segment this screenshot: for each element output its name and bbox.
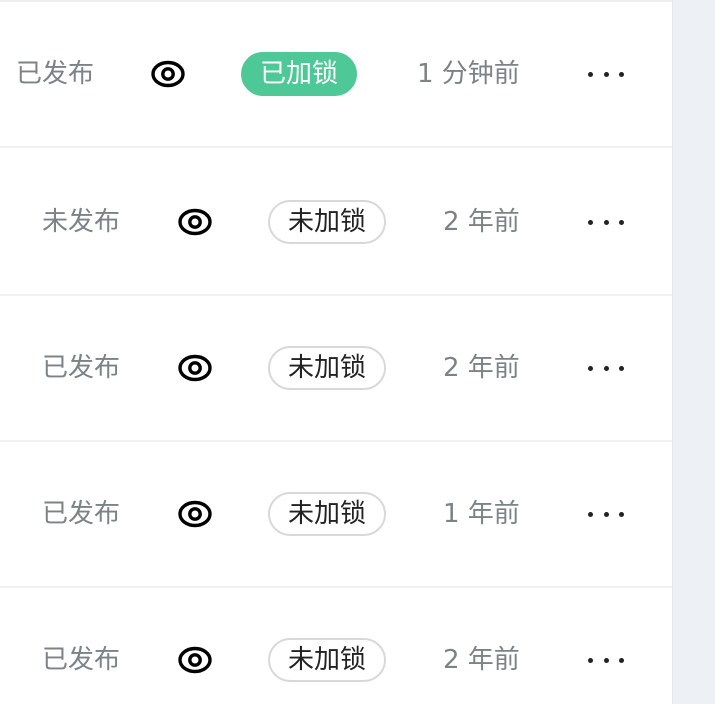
lock-status-badge[interactable]: 未加锁: [268, 492, 387, 536]
eye-icon[interactable]: [178, 497, 212, 531]
more-icon[interactable]: [588, 363, 624, 373]
table-row: 已发布 未加锁 2 年前: [0, 296, 672, 442]
eye-icon[interactable]: [178, 643, 212, 677]
publish-status: 已发布: [42, 353, 121, 383]
updated-time: 1 年前: [443, 499, 520, 529]
lock-status-badge[interactable]: 未加锁: [268, 346, 387, 390]
updated-time: 2 年前: [443, 353, 520, 383]
app-viewport: 已发布 已加锁 1 分钟前 未发布 未加锁 2 年前 已发布 未加锁 2 年前 …: [0, 0, 715, 704]
updated-time: 2 年前: [443, 207, 520, 237]
publish-status: 已发布: [16, 59, 95, 89]
content-table: 已发布 已加锁 1 分钟前 未发布 未加锁 2 年前 已发布 未加锁 2 年前 …: [0, 0, 672, 704]
table-row: 已发布 已加锁 1 分钟前: [0, 2, 672, 148]
eye-icon[interactable]: [178, 205, 212, 239]
table-row: 未发布 未加锁 2 年前: [0, 150, 672, 296]
lock-status-badge[interactable]: 未加锁: [268, 200, 387, 244]
table-row: 已发布 未加锁 1 年前: [0, 442, 672, 588]
eye-icon[interactable]: [151, 57, 185, 91]
more-icon[interactable]: [588, 217, 624, 227]
publish-status: 已发布: [42, 499, 121, 529]
more-icon[interactable]: [588, 509, 624, 519]
publish-status: 已发布: [42, 645, 121, 675]
updated-time: 2 年前: [443, 645, 520, 675]
table-row: 已发布 未加锁 2 年前: [0, 588, 672, 704]
more-icon[interactable]: [588, 655, 624, 665]
scrollbar-gutter[interactable]: [672, 0, 715, 704]
lock-status-badge[interactable]: 未加锁: [268, 638, 387, 682]
more-icon[interactable]: [588, 69, 624, 79]
lock-status-badge[interactable]: 已加锁: [241, 52, 358, 96]
publish-status: 未发布: [42, 207, 121, 237]
updated-time: 1 分钟前: [417, 59, 520, 89]
eye-icon[interactable]: [178, 351, 212, 385]
